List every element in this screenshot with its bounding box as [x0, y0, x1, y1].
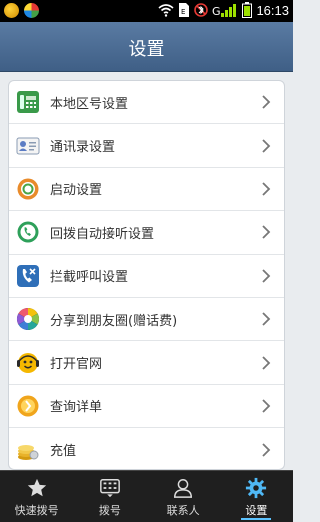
chevron-right-icon: [262, 399, 271, 413]
callback-icon: [15, 219, 41, 245]
setting-label: 通讯录设置: [50, 140, 116, 156]
bottom-nav: 快速拨号 拨号 联系人 设置: [0, 470, 293, 522]
system-status-icons: E G 16:13: [158, 2, 289, 18]
chevron-right-icon: [262, 312, 271, 326]
coins-icon: [15, 437, 41, 463]
app-notification-icon: [24, 3, 39, 18]
setting-item-share[interactable]: 分享到朋友圈(赠话费): [9, 298, 284, 342]
setting-label: 启动设置: [50, 183, 103, 199]
intercept-call-icon: [15, 263, 41, 289]
setting-item-contacts[interactable]: 通讯录设置: [9, 124, 284, 168]
setting-label: 充值: [50, 444, 77, 460]
nav-label: 拨号: [98, 504, 121, 517]
chevron-right-icon: [262, 443, 271, 457]
nav-quick-dial[interactable]: 快速拨号: [0, 471, 73, 522]
chevron-right-icon: [262, 355, 271, 370]
sim-card-icon: E: [179, 3, 190, 17]
nav-label: 快速拨号: [14, 504, 59, 517]
title-bar: 设置: [0, 22, 293, 72]
chevron-right-icon: [262, 225, 271, 239]
setting-item-area-code[interactable]: 本地区号设置: [9, 81, 284, 125]
mascot-icon: [15, 350, 41, 376]
person-icon: [174, 479, 193, 498]
chevron-right-icon: [262, 95, 271, 109]
phone-icon: [15, 89, 41, 115]
setting-label: 分享到朋友圈(赠话费): [50, 313, 178, 329]
dialpad-icon: [99, 479, 120, 498]
setting-label: 打开官网: [50, 357, 103, 373]
chevron-right-icon: [262, 182, 271, 196]
star-icon: [27, 478, 46, 497]
setting-item-auto-answer[interactable]: 回拨自动接听设置: [9, 211, 284, 255]
contacts-card-icon: [15, 133, 41, 159]
clock: 16:13: [256, 2, 289, 18]
chevron-right-icon: [262, 269, 271, 283]
setting-label: 回拨自动接听设置: [50, 226, 155, 242]
wifi-icon: [158, 4, 174, 17]
app-notification-icon: [4, 3, 19, 18]
status-bar: E G 16:13: [0, 0, 293, 22]
setting-label: 拦截呼叫设置: [50, 270, 129, 286]
signal-icon: G: [212, 4, 237, 18]
power-ring-icon: [15, 176, 41, 202]
setting-item-website[interactable]: 打开官网: [9, 341, 284, 385]
nav-settings[interactable]: 设置: [220, 471, 293, 522]
svg-text:E: E: [181, 8, 185, 16]
setting-label: 本地区号设置: [50, 96, 129, 112]
notification-icons: [4, 3, 39, 18]
setting-label: 查询详单: [50, 400, 103, 416]
setting-item-query-bill[interactable]: 查询详单: [9, 385, 284, 429]
setting-item-startup[interactable]: 启动设置: [9, 168, 284, 212]
bluetooth-off-icon: [194, 3, 209, 17]
svg-text:G: G: [212, 5, 221, 18]
nav-label: 联系人: [166, 504, 200, 517]
chevron-right-icon: [262, 138, 271, 153]
settings-list: 本地区号设置 通讯录设置 启动设置 回拨自动接听设置 拦截呼叫设置 分享到朋友圈…: [8, 80, 285, 470]
setting-item-intercept[interactable]: 拦截呼叫设置: [9, 255, 284, 298]
query-bill-icon: [15, 393, 41, 419]
page-title: 设置: [128, 39, 165, 60]
nav-dial[interactable]: 拨号: [73, 471, 146, 522]
moments-share-icon: [15, 306, 41, 332]
gear-icon: [246, 477, 267, 499]
setting-item-recharge[interactable]: 充值: [9, 428, 284, 469]
battery-icon: [242, 2, 253, 18]
nav-label: 设置: [245, 504, 268, 517]
nav-contacts[interactable]: 联系人: [147, 471, 220, 522]
